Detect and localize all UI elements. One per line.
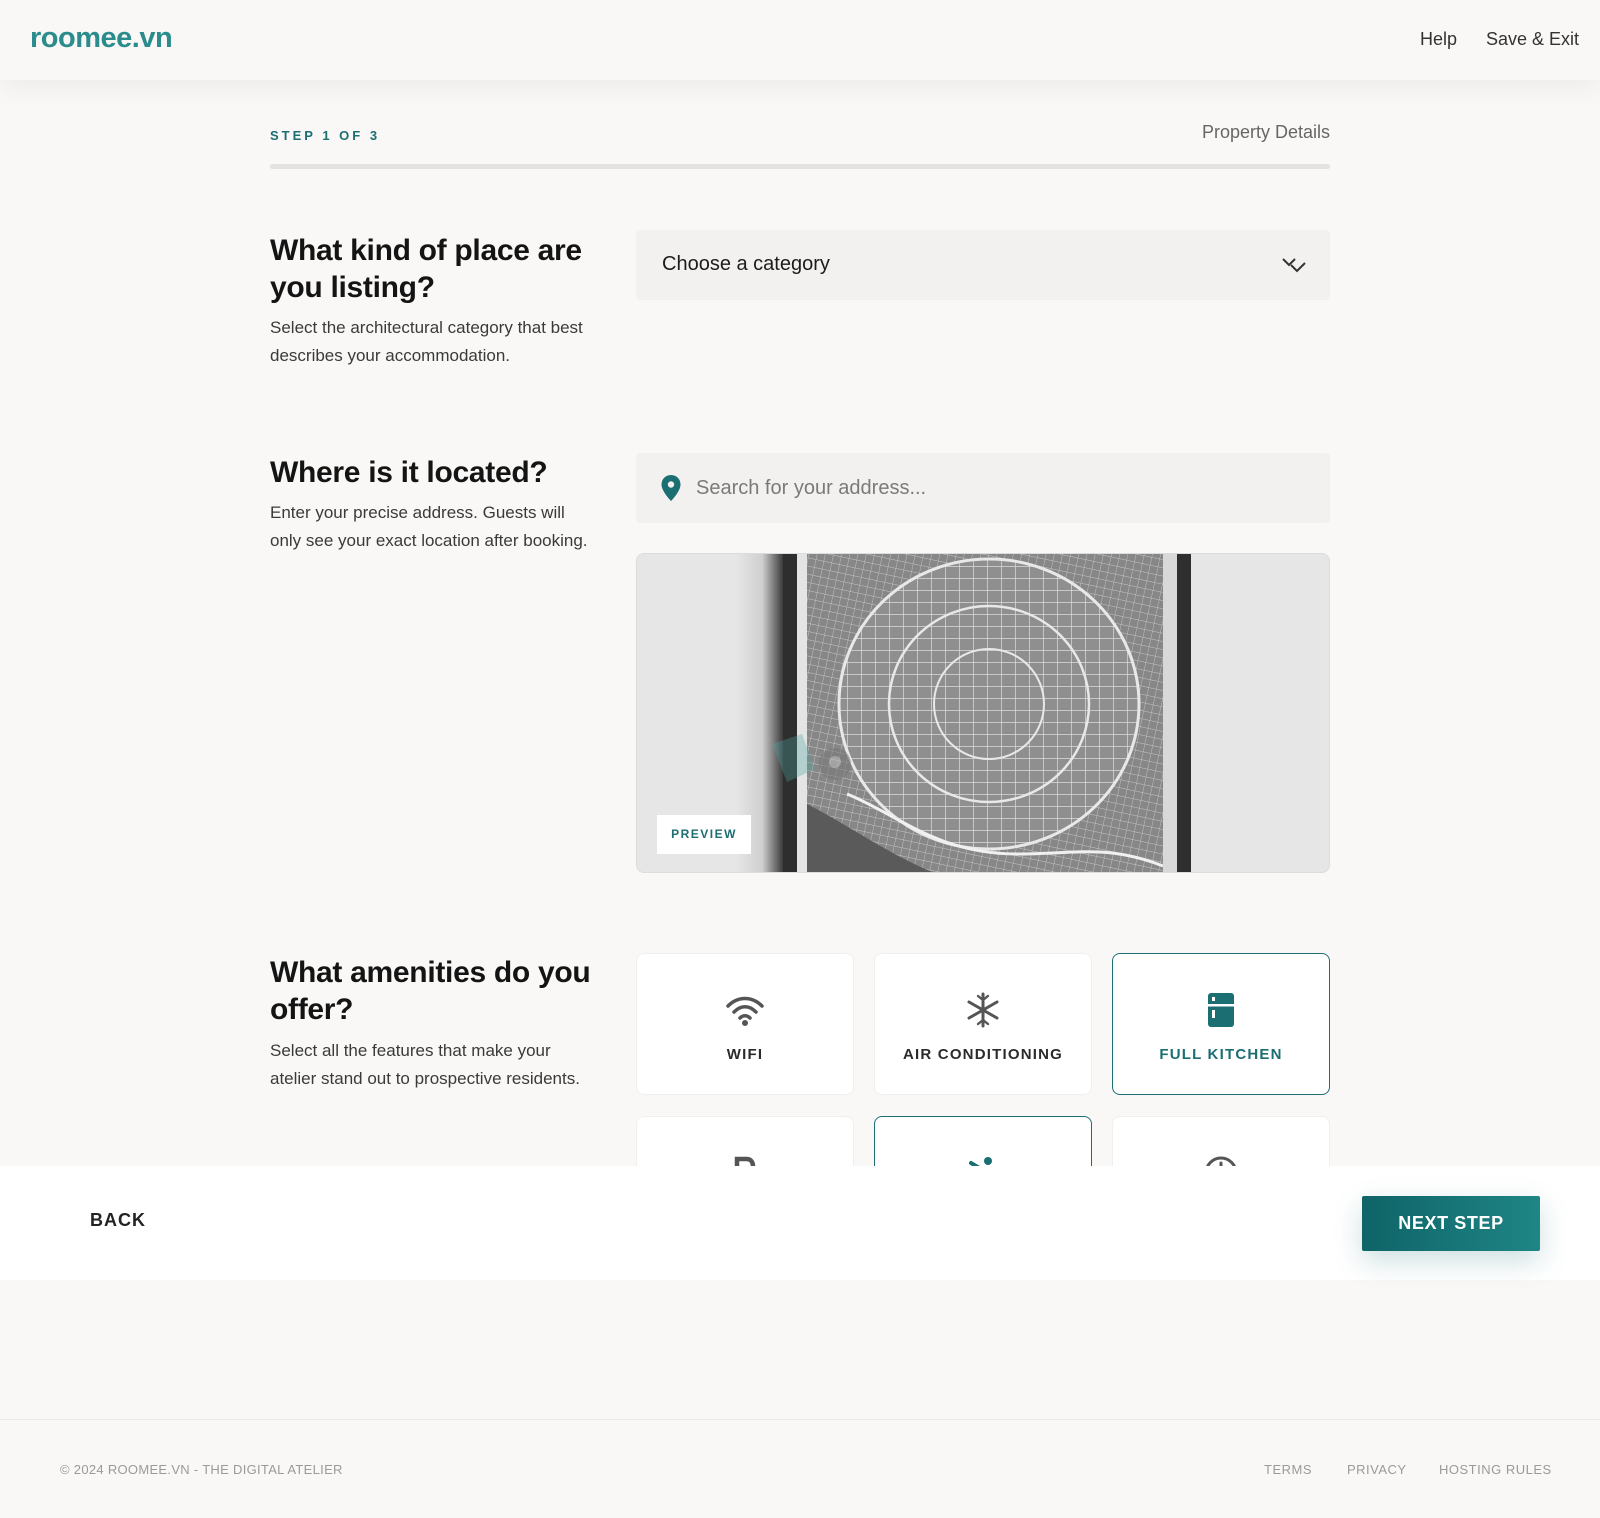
category-description: Select the architectural category that b… bbox=[270, 318, 583, 365]
progress-bar bbox=[270, 164, 1330, 169]
address-search-input[interactable] bbox=[696, 453, 1306, 523]
map-preview[interactable]: PREVIEW bbox=[636, 553, 1330, 873]
kitchen-icon bbox=[1208, 993, 1234, 1027]
save-exit-link[interactable]: Save & Exit bbox=[1486, 29, 1579, 50]
category-select-value: Choose a category bbox=[662, 253, 830, 275]
logo[interactable]: roomee.vn bbox=[30, 22, 173, 55]
footer-hosting-rules-link[interactable]: HOSTING RULES bbox=[1439, 1462, 1552, 1477]
chevron-down-icon bbox=[1282, 258, 1306, 273]
footer-copyright: © 2024 ROOMEE.VN - THE DIGITAL ATELIER bbox=[60, 1462, 343, 1477]
snowflake-icon bbox=[967, 992, 999, 1028]
help-link[interactable]: Help bbox=[1420, 29, 1457, 50]
wifi-icon bbox=[726, 996, 764, 1026]
amenities-description: Select all the features that make your a… bbox=[270, 1041, 580, 1088]
amenities-heading: What amenities do you offer? bbox=[270, 956, 591, 1026]
step-indicator: STEP 1 OF 3 bbox=[270, 128, 381, 143]
next-step-button[interactable]: NEXT STEP bbox=[1362, 1196, 1540, 1251]
top-nav-bar: roomee.vn Help Save & Exit bbox=[0, 0, 1600, 80]
category-heading: What kind of place are you listing? bbox=[270, 234, 582, 304]
back-button[interactable]: BACK bbox=[90, 1210, 146, 1231]
amenity-air-conditioning[interactable]: AIR CONDITIONING bbox=[874, 953, 1092, 1095]
footer-terms-link[interactable]: TERMS bbox=[1264, 1462, 1312, 1477]
footer-privacy-link[interactable]: PRIVACY bbox=[1347, 1462, 1407, 1477]
category-select[interactable]: Choose a category bbox=[636, 230, 1330, 300]
location-heading: Where is it located? bbox=[270, 456, 548, 489]
amenity-label: WIFI bbox=[726, 1046, 764, 1063]
amenity-label: FULL KITCHEN bbox=[1159, 1046, 1283, 1063]
amenity-full-kitchen[interactable]: FULL KITCHEN bbox=[1112, 953, 1330, 1095]
step-title: Property Details bbox=[1201, 122, 1330, 142]
amenity-wifi[interactable]: WIFI bbox=[636, 953, 854, 1095]
location-pin-icon bbox=[661, 475, 681, 501]
amenity-label: AIR CONDITIONING bbox=[902, 1046, 1064, 1063]
bottom-action-bar: BACK NEXT STEP bbox=[0, 1166, 1600, 1280]
address-search bbox=[636, 453, 1330, 523]
map-preview-badge: PREVIEW bbox=[657, 815, 751, 854]
footer-divider bbox=[0, 1419, 1600, 1420]
location-description: Enter your precise address. Guests will … bbox=[270, 503, 588, 550]
